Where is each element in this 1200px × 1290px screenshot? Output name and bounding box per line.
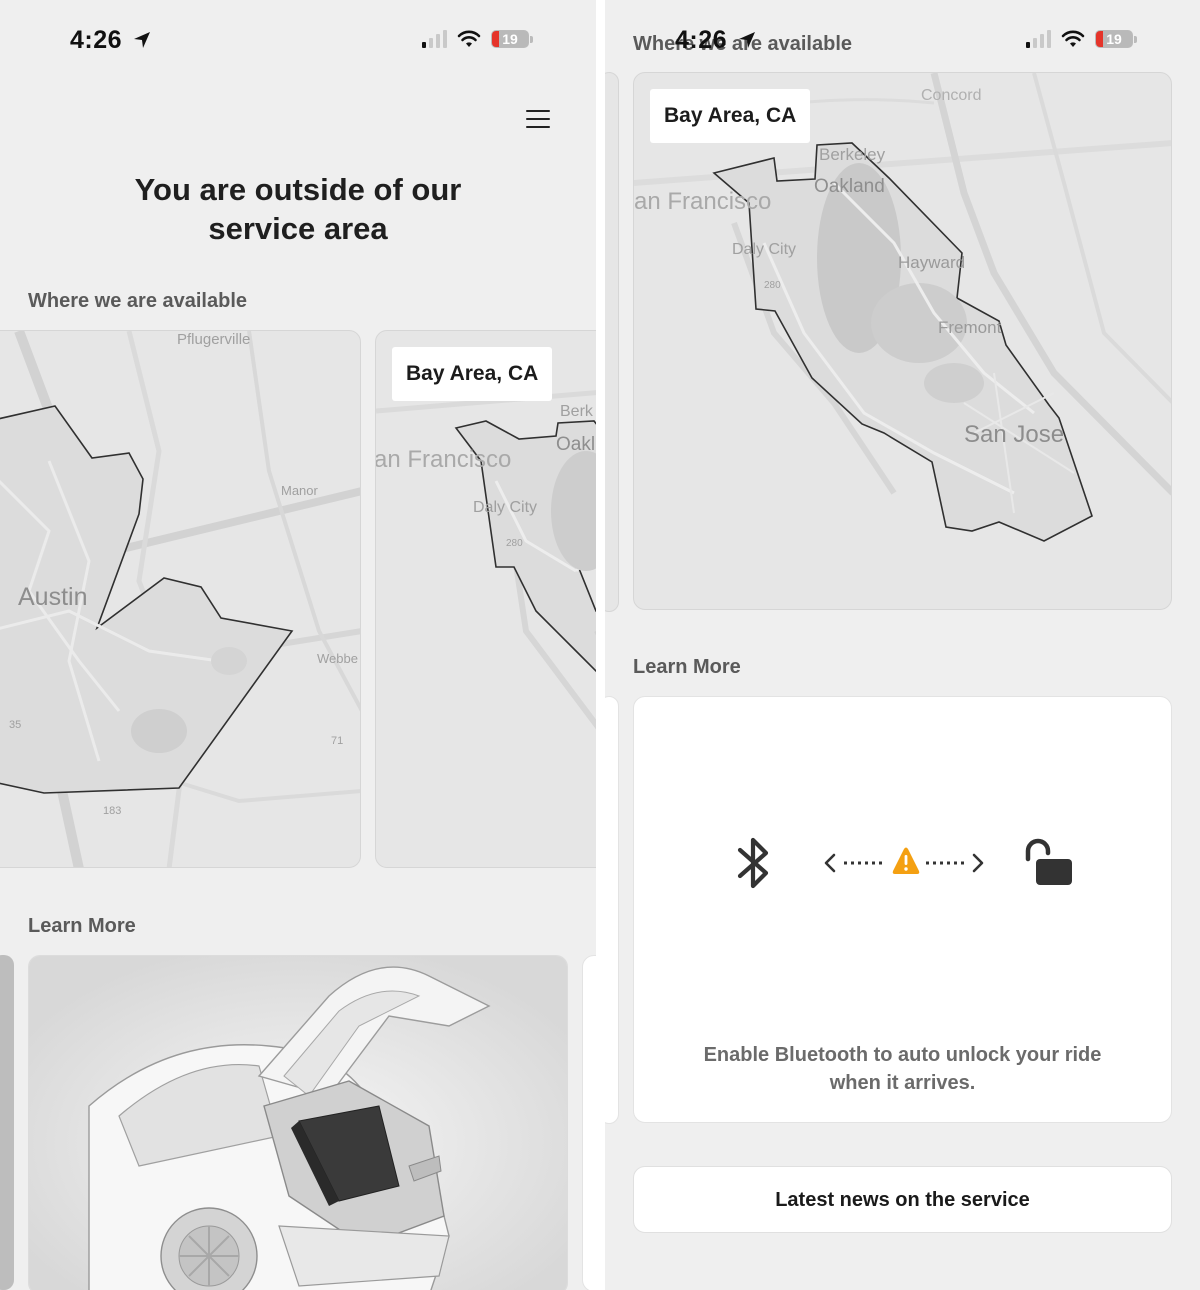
map-place-label: 71: [331, 735, 344, 747]
map-place-label: Daly City: [732, 241, 797, 258]
status-icons: 19: [422, 30, 533, 48]
map-place-label: Daly City: [473, 499, 538, 516]
map-place-label: an Francisco: [375, 446, 512, 473]
hamburger-menu-icon[interactable]: [526, 110, 550, 128]
page-title-line-2: service area: [208, 211, 388, 246]
map-label-bay-area: Bay Area, CA: [392, 347, 553, 401]
bluetooth-info-text: Enable Bluetooth to auto unlock your rid…: [634, 1041, 1171, 1097]
map-card-bay-area[interactable]: an Francisco Berk Oakl Daly City 280 Bay…: [375, 330, 596, 868]
location-arrow-icon: [738, 32, 755, 48]
map-place-label: Hayward: [898, 253, 966, 272]
cellular-signal-icon: [422, 30, 447, 48]
unlock-icon: [1025, 838, 1072, 885]
left-screen: 4:26 19 You are outside of our service a…: [0, 0, 596, 1290]
learn-more-heading: Learn More: [28, 915, 136, 937]
map-card-peek[interactable]: [605, 72, 619, 612]
map-place-label: 35: [9, 719, 22, 731]
map-place-label: Pflugerville: [177, 331, 251, 348]
map-place-label: Fremont: [938, 318, 1002, 337]
map-place-label: San Jose: [964, 421, 1065, 448]
page-title-line-1: You are outside of our: [134, 172, 462, 207]
learn-more-card-peek[interactable]: [0, 955, 14, 1290]
map-place-label: Webbe: [317, 651, 358, 666]
status-icons: 19: [1026, 30, 1137, 48]
warning-icon: [892, 847, 920, 874]
status-time-text: 4:26: [70, 26, 123, 54]
map-card-bay-area[interactable]: Concord Berkeley Oakland an Francisco Da…: [633, 72, 1172, 610]
map-place-label: 280: [764, 280, 781, 291]
car-trunk-illustration: [29, 956, 567, 1290]
map-place-label: Oakland: [814, 176, 885, 197]
bluetooth-info-text-line-1: Enable Bluetooth to auto unlock your rid…: [703, 1044, 1102, 1066]
learn-more-heading: Learn More: [633, 656, 741, 678]
wifi-icon: [457, 30, 481, 47]
learn-more-card-trunk[interactable]: [28, 955, 568, 1290]
map-region-austin: Austin: [18, 583, 88, 611]
bluetooth-info-text-line-2: when it arrives.: [829, 1072, 976, 1094]
battery-icon: 19: [1095, 30, 1133, 48]
bluetooth-icon: [737, 837, 769, 889]
battery-level: 19: [1106, 31, 1122, 47]
map-place-label: 183: [103, 805, 122, 817]
location-arrow-icon: [133, 32, 150, 48]
right-screen: Where we are available 4:26 19 Concord B…: [605, 0, 1200, 1290]
status-time: 4:26: [70, 26, 152, 55]
map-place-label: 280: [506, 538, 523, 549]
where-available-heading: Where we are available: [28, 290, 248, 312]
bay-area-map-graphic: [634, 73, 1171, 542]
status-time-text: 4:26: [675, 26, 728, 54]
page-title: You are outside of our service area: [0, 170, 596, 248]
map-label-bay-area: Bay Area, CA: [650, 89, 811, 143]
map-place-label: Manor: [281, 483, 318, 498]
map-place-label: Concord: [921, 87, 982, 104]
map-place-label: an Francisco: [634, 188, 772, 215]
battery-level: 19: [502, 31, 518, 47]
status-time: 4:26: [675, 26, 757, 55]
map-place-label: Oakl: [556, 434, 596, 455]
map-card-austin[interactable]: Pflugerville Manor Webbe 183 71 35 Austi…: [0, 330, 361, 868]
wifi-icon: [1061, 30, 1085, 47]
map-place-label: Berkeley: [819, 145, 886, 164]
connection-status-graphic: [824, 847, 984, 874]
map-place-label: Berk: [560, 403, 593, 420]
learn-more-card-peek[interactable]: [605, 696, 619, 1124]
cellular-signal-icon: [1026, 30, 1051, 48]
bluetooth-info-card[interactable]: Enable Bluetooth to auto unlock your rid…: [633, 696, 1172, 1123]
learn-more-card-peek[interactable]: [582, 955, 596, 1290]
battery-icon: 19: [491, 30, 529, 48]
latest-news-button[interactable]: Latest news on the service: [633, 1166, 1172, 1233]
